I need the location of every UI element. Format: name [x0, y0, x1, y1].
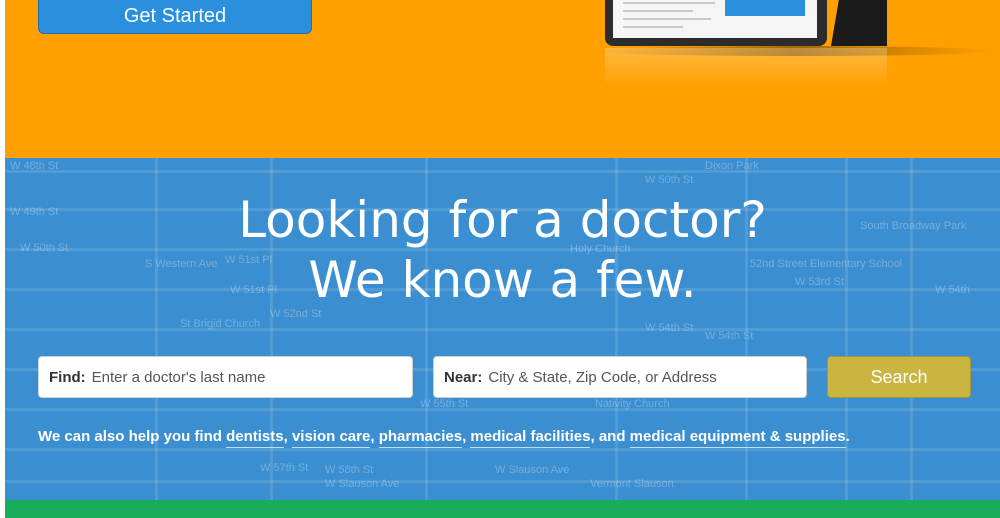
search-button[interactable]: Search [827, 356, 971, 398]
headline-line-2: We know a few. [308, 251, 697, 309]
help-and: and [598, 428, 630, 445]
map-street-label: W 58th St [325, 464, 374, 476]
link-dentists[interactable]: dentists [226, 428, 284, 448]
laptop-image [605, 0, 827, 46]
hero-banner: Get Started [5, 0, 1000, 158]
device-reflection [605, 48, 887, 88]
link-medical-equipment[interactable]: medical equipment & supplies [629, 428, 846, 448]
headline-line-1: Looking for a doctor? [238, 191, 767, 249]
map-street-label: Vermont Slauson [590, 478, 674, 490]
map-street-label: Dixon Park [705, 160, 759, 172]
near-field[interactable]: Near: [433, 356, 807, 398]
help-text: We can also help you find dentists, visi… [38, 428, 850, 448]
link-medical-facilities[interactable]: medical facilities [470, 428, 591, 448]
monitor-stand-image [831, 0, 887, 46]
screen-text-line [623, 26, 683, 28]
help-period: . [845, 428, 850, 445]
map-street-label: W 55th St [420, 398, 469, 410]
laptop-screen [613, 0, 817, 38]
get-started-button[interactable]: Get Started [38, 0, 312, 34]
map-street-label: W Slauson Ave [495, 464, 570, 476]
map-street-label: W Slauson Ave [325, 478, 400, 490]
near-label: Near: [444, 368, 483, 386]
search-section: W 48th St W 49th St W 50th St S Western Ave… [5, 158, 1000, 500]
map-street-label: W 50th St [645, 174, 694, 186]
map-street-label: W 54th St [645, 322, 694, 334]
map-street-label: Nativity Church [595, 398, 670, 410]
map-street-label: W 52nd St [270, 308, 322, 320]
help-prefix: We can also help you find [38, 428, 227, 445]
screen-text-line [623, 10, 693, 12]
screen-text-line [623, 18, 711, 20]
map-street-label: W 48th St [10, 160, 59, 172]
map-street-label: St Brigid Church [180, 318, 261, 330]
link-pharmacies[interactable]: pharmacies [378, 428, 463, 448]
map-street-label: W 57th St [260, 462, 309, 474]
doctor-name-input[interactable] [91, 368, 372, 386]
screen-blue-panel [725, 0, 805, 16]
find-field[interactable]: Find: [38, 356, 413, 398]
map-street-label: W 54th St [705, 330, 754, 342]
footer-green-bar [5, 500, 1000, 518]
find-label: Find: [49, 368, 86, 386]
link-vision-care[interactable]: vision care [291, 428, 371, 448]
screen-text-line [623, 2, 715, 4]
location-input[interactable] [488, 368, 769, 386]
